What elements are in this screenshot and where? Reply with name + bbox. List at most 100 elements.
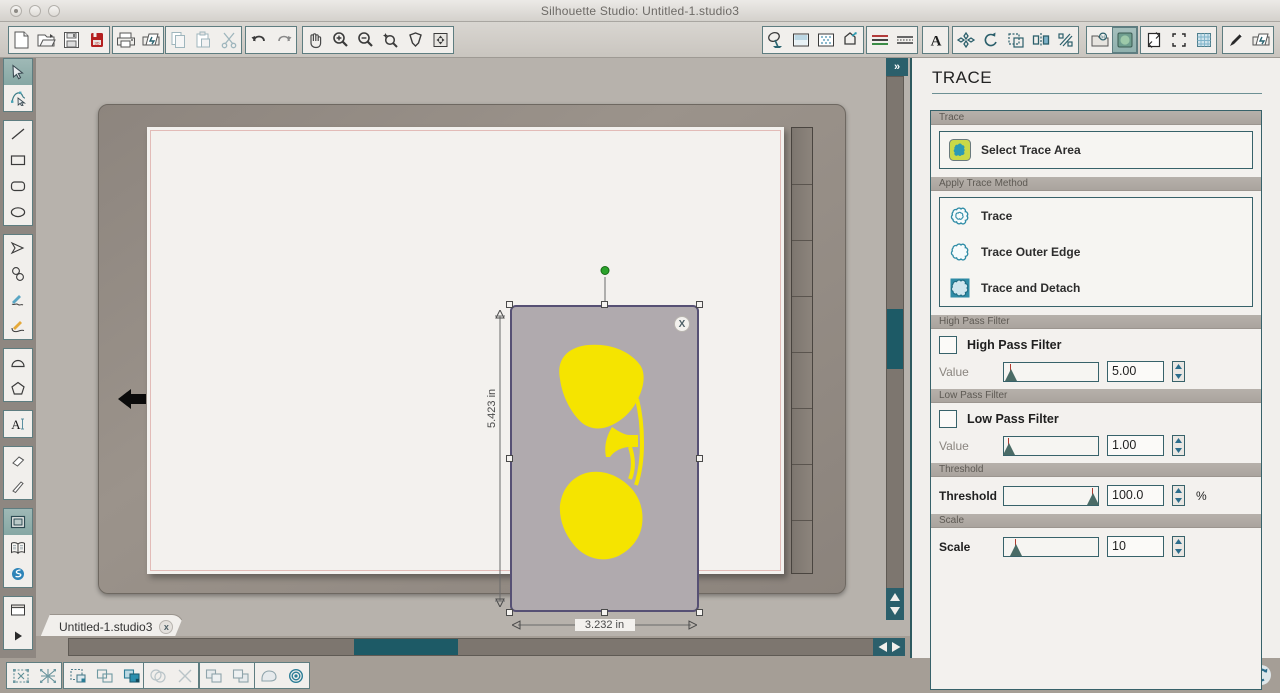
close-tab-icon[interactable]: x [159,620,173,634]
threshold-slider[interactable] [1003,485,1099,506]
scroll-right-icon[interactable] [890,640,903,654]
high-pass-value-stepper[interactable] [1172,361,1185,382]
resize-handle-w[interactable] [506,455,513,462]
scroll-up-icon[interactable] [888,591,902,604]
store-globe-icon[interactable] [4,561,32,587]
edit-points-icon[interactable] [4,85,32,111]
expand-panel-button[interactable]: » [886,58,908,76]
page-setup-icon[interactable] [1141,27,1166,53]
remove-image-button[interactable]: X [674,316,690,332]
fill-pattern-icon[interactable] [813,27,838,53]
threshold-stepper[interactable] [1172,485,1185,506]
stepper-up-icon[interactable] [1173,537,1184,547]
canvas-vertical-scrollbar[interactable]: » [882,58,910,636]
pen-tool-icon[interactable] [1223,27,1248,53]
new-document-icon[interactable] [9,27,34,53]
stepper-down-icon[interactable] [1173,496,1184,506]
threshold-field[interactable]: 100.0 [1107,485,1164,506]
rectangle-tool-icon[interactable] [4,147,32,173]
move-transform-icon[interactable] [953,27,978,53]
cut-settings-icon[interactable] [1166,27,1191,53]
offset-icon[interactable] [255,663,282,688]
stepper-up-icon[interactable] [1173,436,1184,446]
selected-object[interactable]: X [506,266,703,616]
save-floppy-icon[interactable] [59,27,84,53]
fill-gradient-icon[interactable] [838,27,863,53]
resize-handle-nw[interactable] [506,301,513,308]
select-arrow-icon[interactable] [4,59,32,85]
make-compound-path-icon[interactable] [64,663,91,688]
hscroll-thumb[interactable] [354,639,458,655]
release-compound-path-icon[interactable] [91,663,118,688]
send-backward-icon[interactable] [227,663,254,688]
scale-slider[interactable] [1003,536,1099,557]
stepper-down-icon[interactable] [1173,547,1184,557]
text-style-icon[interactable]: A [923,27,948,53]
high-pass-filter-checkbox[interactable] [939,336,957,354]
scale-field[interactable]: 10 [1107,536,1164,557]
vscroll-track[interactable] [886,76,904,616]
fit-to-window-icon[interactable] [403,27,428,53]
zoom-in-icon[interactable] [328,27,353,53]
design-page-icon[interactable] [4,509,32,535]
trace-method-trace[interactable]: Trace [940,198,1252,234]
redo-arrow-icon[interactable] [271,27,296,53]
scale-stepper[interactable] [1172,536,1185,557]
low-pass-filter-checkbox[interactable] [939,410,957,428]
high-pass-filter-row[interactable]: High Pass Filter [931,329,1261,358]
knife-tool-icon[interactable] [4,473,32,499]
resize-handle-n[interactable] [601,301,608,308]
line-style-icon[interactable] [867,27,892,53]
window-preview-icon[interactable] [4,597,32,623]
vscroll-thumb[interactable] [887,309,903,369]
printer-icon[interactable] [113,27,138,53]
hscroll-track[interactable] [68,638,878,656]
stepper-up-icon[interactable] [1173,486,1184,496]
rotation-handle[interactable] [600,266,609,275]
vscroll-arrows[interactable] [886,588,904,620]
stepper-up-icon[interactable] [1173,362,1184,372]
curve-tool-icon[interactable] [4,261,32,287]
my-library-icon[interactable]: M [1087,27,1112,53]
ungroup-icon[interactable] [34,663,61,688]
canvas-horizontal-scrollbar[interactable] [36,636,910,658]
zoom-selection-icon[interactable] [378,27,403,53]
scale-icon[interactable] [1003,27,1028,53]
scroll-down-icon[interactable] [888,604,902,617]
sketch-style-icon[interactable] [892,27,917,53]
text-tool-icon[interactable]: A [4,411,32,437]
select-trace-area-button[interactable]: Select Trace Area [940,132,1252,168]
stepper-down-icon[interactable] [1173,372,1184,382]
rotate-icon[interactable] [978,27,1003,53]
zoom-region-icon[interactable] [428,27,453,53]
scroll-left-icon[interactable] [876,640,889,654]
fill-color-icon[interactable] [788,27,813,53]
arc-tool-icon[interactable] [4,349,32,375]
trace-method-outer-edge[interactable]: Trace Outer Edge [940,234,1252,270]
eraser-tool-icon[interactable] [4,447,32,473]
group-icon[interactable] [7,663,34,688]
internal-offset-icon[interactable] [282,663,309,688]
line-color-icon[interactable] [763,27,788,53]
copy-icon[interactable] [166,27,191,53]
open-folder-icon[interactable] [34,27,59,53]
document-tab[interactable]: Untitled-1.studio3 x [40,614,184,638]
send-icon[interactable] [1248,27,1273,53]
high-pass-value-field[interactable]: 5.00 [1107,361,1164,382]
library-book-icon[interactable] [4,535,32,561]
paste-icon[interactable] [191,27,216,53]
regular-polygon-tool-icon[interactable] [4,375,32,401]
rounded-rectangle-tool-icon[interactable] [4,173,32,199]
bring-forward-icon[interactable] [200,663,227,688]
send-to-silhouette-icon[interactable] [138,27,163,53]
resize-handle-e[interactable] [696,455,703,462]
grid-icon[interactable] [1191,27,1216,53]
low-pass-value-stepper[interactable] [1172,435,1185,456]
zoom-out-icon[interactable] [353,27,378,53]
save-3d-card-icon[interactable]: 3D [84,27,109,53]
smooth-freehand-tool-icon[interactable] [4,313,32,339]
image-frame[interactable]: X [510,305,699,612]
ellipse-tool-icon[interactable] [4,199,32,225]
design-canvas[interactable]: 5.423 in 3.232 in X [36,58,882,636]
resize-handle-ne[interactable] [696,301,703,308]
